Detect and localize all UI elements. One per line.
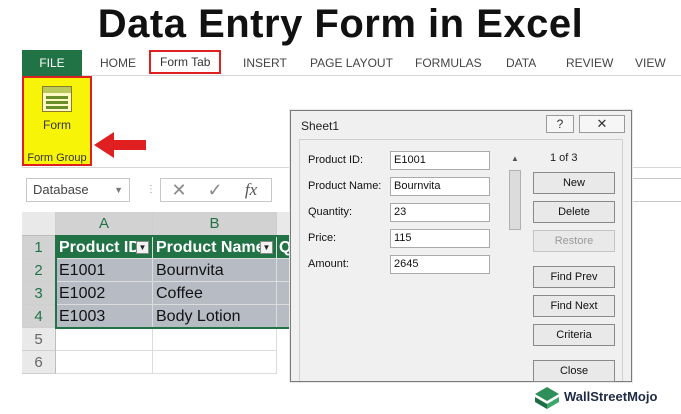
filter-dropdown-icon[interactable]: ▼ <box>260 241 273 254</box>
tab-review[interactable]: REVIEW <box>566 50 613 76</box>
close-icon[interactable]: ✕ <box>579 115 625 133</box>
input-product-id[interactable]: E1001 <box>390 151 490 170</box>
help-button[interactable]: ? <box>546 115 574 133</box>
red-arrow-icon <box>94 132 146 158</box>
input-price[interactable]: 115 <box>390 229 490 248</box>
formula-input[interactable] <box>626 178 681 202</box>
row-header-3[interactable]: 3 <box>22 282 56 305</box>
table-cell[interactable]: Bournvita <box>153 259 277 282</box>
table-cell[interactable]: E1003 <box>56 305 153 328</box>
wallstreetmojo-logo-icon <box>535 387 559 409</box>
page-title: Data Entry Form in Excel <box>97 2 584 46</box>
find-next-button[interactable]: Find Next <box>533 295 615 317</box>
row-header-6[interactable]: 6 <box>22 351 56 374</box>
name-box-value: Database <box>33 182 89 197</box>
tab-form[interactable]: Form Tab <box>149 50 222 74</box>
input-product-name[interactable]: Bournvita <box>390 177 490 196</box>
row-header-4[interactable]: 4 <box>22 305 56 328</box>
table-cell[interactable] <box>56 328 153 351</box>
table-cell[interactable]: E1001 <box>56 259 153 282</box>
table-cell[interactable] <box>56 351 153 374</box>
scroll-thumb[interactable] <box>509 170 521 230</box>
table-cell[interactable]: Coffee <box>153 282 277 305</box>
tab-page-layout[interactable]: PAGE LAYOUT <box>310 50 393 76</box>
record-scrollbar[interactable]: ▲ <box>508 152 522 378</box>
tab-insert[interactable]: INSERT <box>243 50 287 76</box>
ribbon-tabs: FILE HOME Form Tab INSERT PAGE LAYOUT FO… <box>22 50 681 76</box>
filter-dropdown-icon[interactable]: ▼ <box>136 241 149 254</box>
form-icon[interactable] <box>42 86 72 112</box>
record-counter: 1 of 3 <box>550 152 578 164</box>
label-product-name: Product Name: <box>308 180 382 192</box>
tab-home[interactable]: HOME <box>100 50 136 76</box>
restore-button[interactable]: Restore <box>533 230 615 252</box>
table-cell[interactable]: E1002 <box>56 282 153 305</box>
formula-tools: ✕ ✓ fx <box>160 178 272 202</box>
table-cell[interactable] <box>153 351 277 374</box>
close-button[interactable]: Close <box>533 360 615 382</box>
row-header-1[interactable]: 1 <box>22 236 56 259</box>
delete-button[interactable]: Delete <box>533 201 615 223</box>
form-group: Form Form Group <box>22 76 92 166</box>
select-all-corner[interactable] <box>22 212 56 236</box>
tab-view[interactable]: VIEW <box>635 50 666 76</box>
dialog-body: Product ID: E1001 Product Name: Bournvit… <box>299 139 623 382</box>
fx-icon[interactable]: fx <box>237 179 265 201</box>
name-box[interactable]: Database ▼ <box>26 178 130 202</box>
row-header-5[interactable]: 5 <box>22 328 56 351</box>
dialog-title: Sheet1 <box>301 119 340 133</box>
chevron-down-icon[interactable]: ▼ <box>114 179 123 201</box>
new-button[interactable]: New <box>533 172 615 194</box>
tab-file[interactable]: FILE <box>22 50 82 76</box>
table-cell[interactable] <box>153 328 277 351</box>
table-header-cell[interactable]: Product Name ▼ <box>153 236 277 259</box>
tab-data[interactable]: DATA <box>506 50 536 76</box>
enter-icon[interactable]: ✓ <box>201 179 229 201</box>
row-header-2[interactable]: 2 <box>22 259 56 282</box>
data-form-dialog: Sheet1 ? ✕ Product ID: E1001 Product Nam… <box>290 110 632 382</box>
grip-icon: ⋮ <box>146 184 156 195</box>
input-amount[interactable]: 2645 <box>390 255 490 274</box>
watermark-text: WallStreetMojo <box>564 389 658 404</box>
find-prev-button[interactable]: Find Prev <box>533 266 615 288</box>
label-amount: Amount: <box>308 258 349 270</box>
form-group-label: Form Group <box>27 152 87 164</box>
input-quantity[interactable]: 23 <box>390 203 490 222</box>
label-product-id: Product ID: <box>308 154 364 166</box>
table-header-cell[interactable]: Product ID ▼ <box>56 236 153 259</box>
label-quantity: Quantity: <box>308 206 353 218</box>
header-product-id: Product ID <box>59 239 140 256</box>
form-button-label[interactable]: Form <box>24 118 90 132</box>
spreadsheet-grid: A B 1 2 3 4 5 6 Product ID ▼ Product Nam… <box>22 212 295 382</box>
watermark: WallStreetMojo <box>530 384 681 412</box>
tab-formulas[interactable]: FORMULAS <box>415 50 482 76</box>
table-cell[interactable]: Body Lotion <box>153 305 277 328</box>
criteria-button[interactable]: Criteria <box>533 324 615 346</box>
cancel-icon[interactable]: ✕ <box>165 179 193 201</box>
scroll-up-icon[interactable]: ▲ <box>508 152 522 166</box>
label-price: Price: <box>308 232 337 244</box>
header-product-name: Product Name <box>156 239 265 256</box>
column-header-b[interactable]: B <box>153 212 277 236</box>
column-header-a[interactable]: A <box>56 212 153 236</box>
